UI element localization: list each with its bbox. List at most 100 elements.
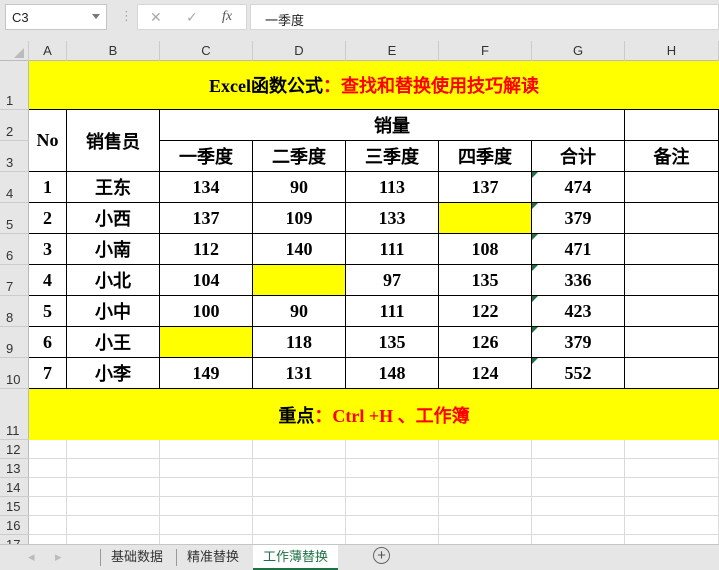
data-cell[interactable]: 135 [439, 265, 532, 296]
data-cell[interactable] [625, 172, 719, 203]
data-cell[interactable]: 112 [160, 234, 253, 265]
data-cell[interactable]: 111 [346, 296, 439, 327]
column-header-B[interactable]: B [67, 41, 160, 61]
data-cell[interactable]: 111 [346, 234, 439, 265]
footer-cell[interactable]: 重点：Ctrl +H 、工作簿 [29, 389, 719, 440]
sheet-tab-basic-data[interactable]: 基础数据 [101, 545, 173, 570]
worksheet-grid[interactable]: Excel函数公式：查找和替换使用技巧解读No销售员销量一季度二季度三季度四季度… [29, 61, 719, 544]
data-cell[interactable]: 137 [439, 172, 532, 203]
data-cell[interactable] [625, 296, 719, 327]
data-cell[interactable] [253, 265, 346, 296]
row-header-16[interactable]: 16 [0, 516, 29, 535]
data-cell[interactable]: 118 [253, 327, 346, 358]
data-cell[interactable]: 2 [29, 203, 67, 234]
data-cell[interactable]: 7 [29, 358, 67, 389]
data-cell[interactable]: 小中 [67, 296, 160, 327]
data-cell[interactable] [625, 234, 719, 265]
data-cell[interactable]: 124 [439, 358, 532, 389]
data-cell[interactable]: 1 [29, 172, 67, 203]
data-cell[interactable]: 133 [346, 203, 439, 234]
row-header-4[interactable]: 4 [0, 172, 29, 203]
header-note-top[interactable] [625, 110, 719, 141]
header-sales[interactable]: 销量 [160, 110, 625, 141]
header-salesperson[interactable]: 销售员 [67, 110, 160, 172]
row-header-3[interactable]: 3 [0, 141, 29, 172]
data-cell[interactable] [625, 265, 719, 296]
data-cell[interactable]: 126 [439, 327, 532, 358]
data-cell[interactable]: 140 [253, 234, 346, 265]
data-cell[interactable]: 6 [29, 327, 67, 358]
data-cell[interactable]: 134 [160, 172, 253, 203]
data-cell[interactable]: 109 [253, 203, 346, 234]
sheet-tab-workbook-replace[interactable]: 工作薄替换 [253, 545, 338, 570]
data-cell[interactable]: 90 [253, 172, 346, 203]
column-header-F[interactable]: F [439, 41, 532, 61]
data-cell[interactable]: 149 [160, 358, 253, 389]
header-total[interactable]: 合计 [532, 141, 625, 172]
data-cell[interactable]: 423 [532, 296, 625, 327]
header-no[interactable]: No [29, 110, 67, 172]
data-cell[interactable]: 113 [346, 172, 439, 203]
cancel-icon[interactable]: ✕ [150, 9, 162, 26]
data-cell[interactable] [439, 203, 532, 234]
data-cell[interactable]: 3 [29, 234, 67, 265]
data-cell[interactable]: 100 [160, 296, 253, 327]
row-header-2[interactable]: 2 [0, 110, 29, 141]
data-cell[interactable]: 4 [29, 265, 67, 296]
data-cell[interactable]: 379 [532, 203, 625, 234]
row-header-5[interactable]: 5 [0, 203, 29, 234]
row-header-14[interactable]: 14 [0, 478, 29, 497]
data-cell[interactable]: 122 [439, 296, 532, 327]
data-cell[interactable]: 小李 [67, 358, 160, 389]
row-header-6[interactable]: 6 [0, 234, 29, 265]
header-q4[interactable]: 四季度 [439, 141, 532, 172]
data-cell[interactable]: 104 [160, 265, 253, 296]
data-cell[interactable]: 小王 [67, 327, 160, 358]
data-cell[interactable]: 5 [29, 296, 67, 327]
data-cell[interactable] [625, 358, 719, 389]
add-sheet-icon[interactable]: + [373, 547, 390, 564]
data-cell[interactable] [625, 203, 719, 234]
insert-function-icon[interactable]: fx [222, 9, 232, 25]
row-header-12[interactable]: 12 [0, 440, 29, 459]
header-q3[interactable]: 三季度 [346, 141, 439, 172]
row-header-11[interactable]: 11 [0, 389, 29, 440]
data-cell[interactable]: 474 [532, 172, 625, 203]
row-header-15[interactable]: 15 [0, 497, 29, 516]
scroll-left-icon[interactable]: ◂ [28, 549, 35, 565]
header-q2[interactable]: 二季度 [253, 141, 346, 172]
data-cell[interactable]: 148 [346, 358, 439, 389]
column-header-A[interactable]: A [29, 41, 67, 61]
row-header-1[interactable]: 1 [0, 61, 29, 110]
data-cell[interactable]: 552 [532, 358, 625, 389]
data-cell[interactable]: 97 [346, 265, 439, 296]
scroll-right-icon[interactable]: ▸ [55, 549, 62, 565]
sheet-tab-exact-replace[interactable]: 精准替换 [177, 545, 249, 570]
enter-icon[interactable]: ✓ [186, 9, 198, 26]
select-all-button[interactable] [0, 41, 29, 61]
data-cell[interactable]: 471 [532, 234, 625, 265]
data-cell[interactable]: 108 [439, 234, 532, 265]
title-cell[interactable]: Excel函数公式：查找和替换使用技巧解读 [29, 61, 719, 110]
data-cell[interactable]: 小北 [67, 265, 160, 296]
header-note[interactable]: 备注 [625, 141, 719, 172]
row-header-10[interactable]: 10 [0, 358, 29, 389]
column-header-D[interactable]: D [253, 41, 346, 61]
data-cell[interactable]: 379 [532, 327, 625, 358]
data-cell[interactable] [160, 327, 253, 358]
row-header-13[interactable]: 13 [0, 459, 29, 478]
data-cell[interactable]: 王东 [67, 172, 160, 203]
data-cell[interactable]: 135 [346, 327, 439, 358]
data-cell[interactable] [625, 327, 719, 358]
chevron-down-icon[interactable] [92, 14, 100, 19]
data-cell[interactable]: 336 [532, 265, 625, 296]
column-header-E[interactable]: E [346, 41, 439, 61]
row-header-7[interactable]: 7 [0, 265, 29, 296]
column-header-H[interactable]: H [625, 41, 719, 61]
data-cell[interactable]: 小南 [67, 234, 160, 265]
drag-handle-icon[interactable]: ⋮ [120, 8, 133, 24]
formula-input[interactable]: 一季度 [250, 4, 719, 30]
column-header-C[interactable]: C [160, 41, 253, 61]
data-cell[interactable]: 小西 [67, 203, 160, 234]
data-cell[interactable]: 90 [253, 296, 346, 327]
